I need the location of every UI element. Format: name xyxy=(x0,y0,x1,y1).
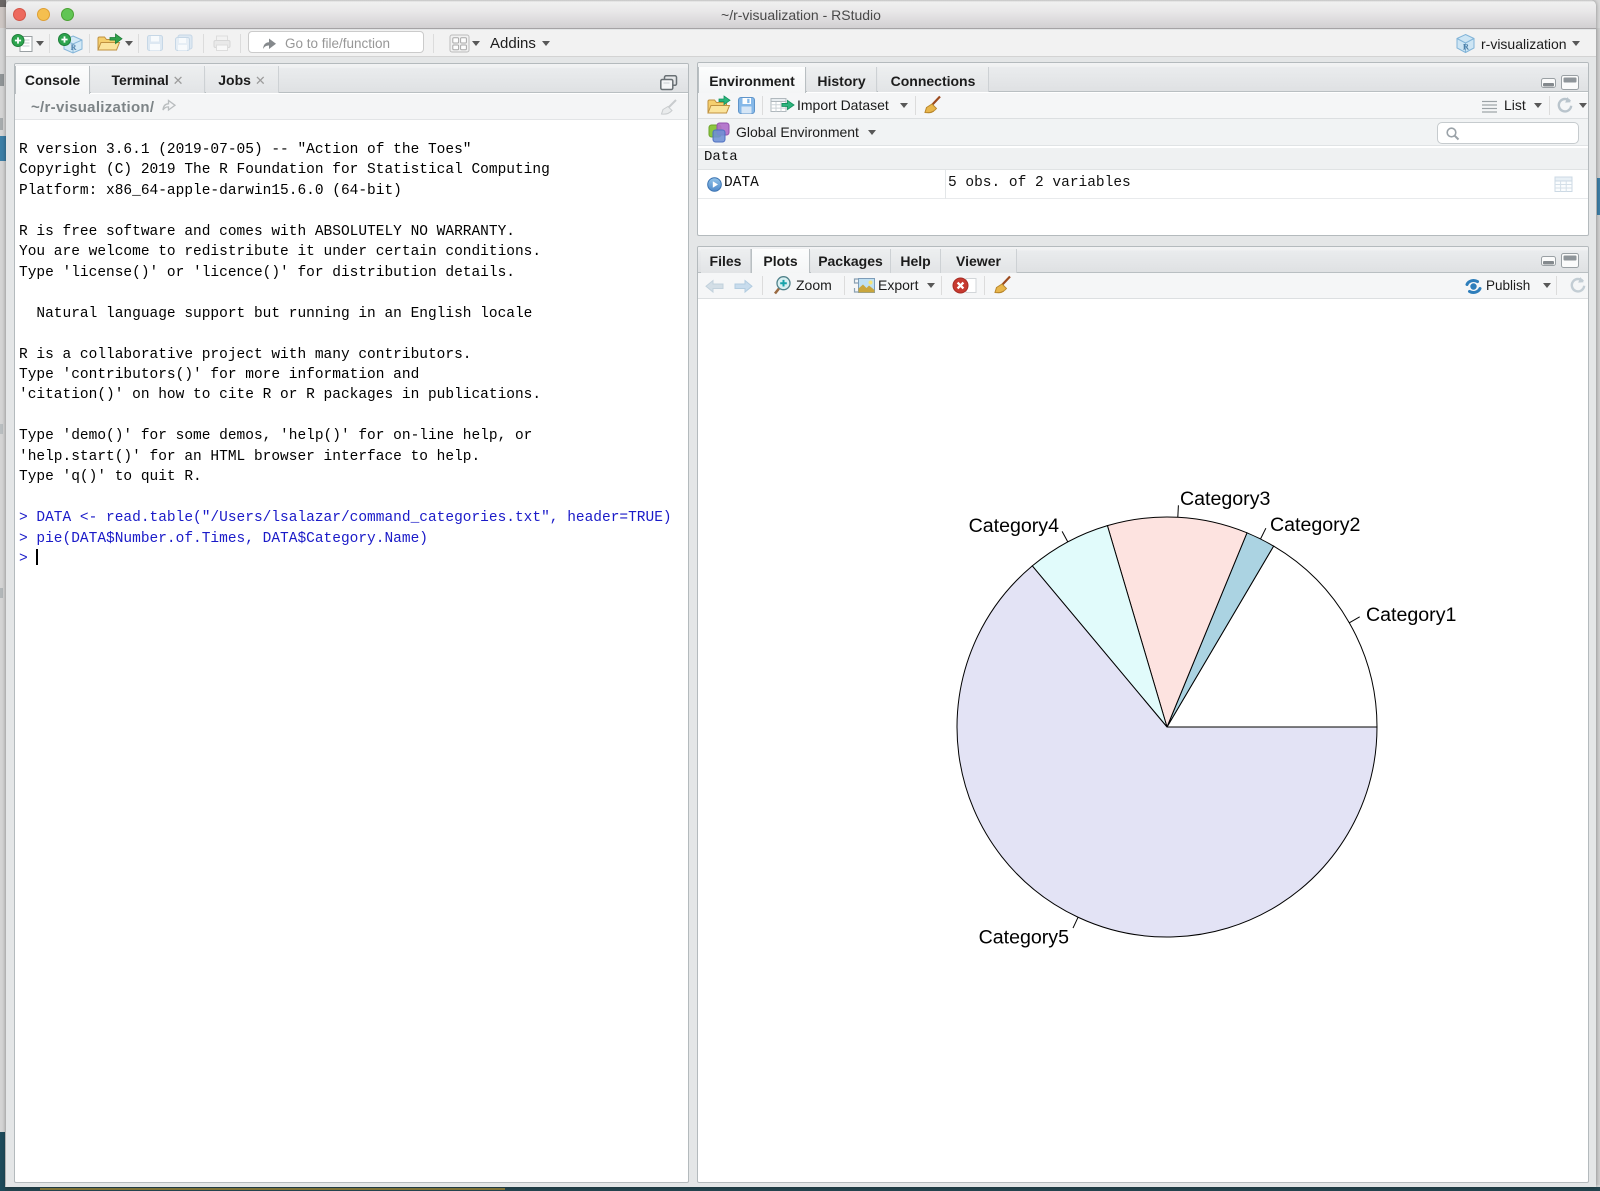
svg-text:Category3: Category3 xyxy=(1180,488,1271,510)
svg-text:Category5: Category5 xyxy=(979,927,1070,949)
svg-text:Category1: Category1 xyxy=(1366,604,1456,626)
svg-text:Category2: Category2 xyxy=(1270,514,1360,536)
svg-text:Category4: Category4 xyxy=(969,515,1060,537)
svg-text:R: R xyxy=(71,43,77,52)
svg-text:R: R xyxy=(1463,42,1470,52)
